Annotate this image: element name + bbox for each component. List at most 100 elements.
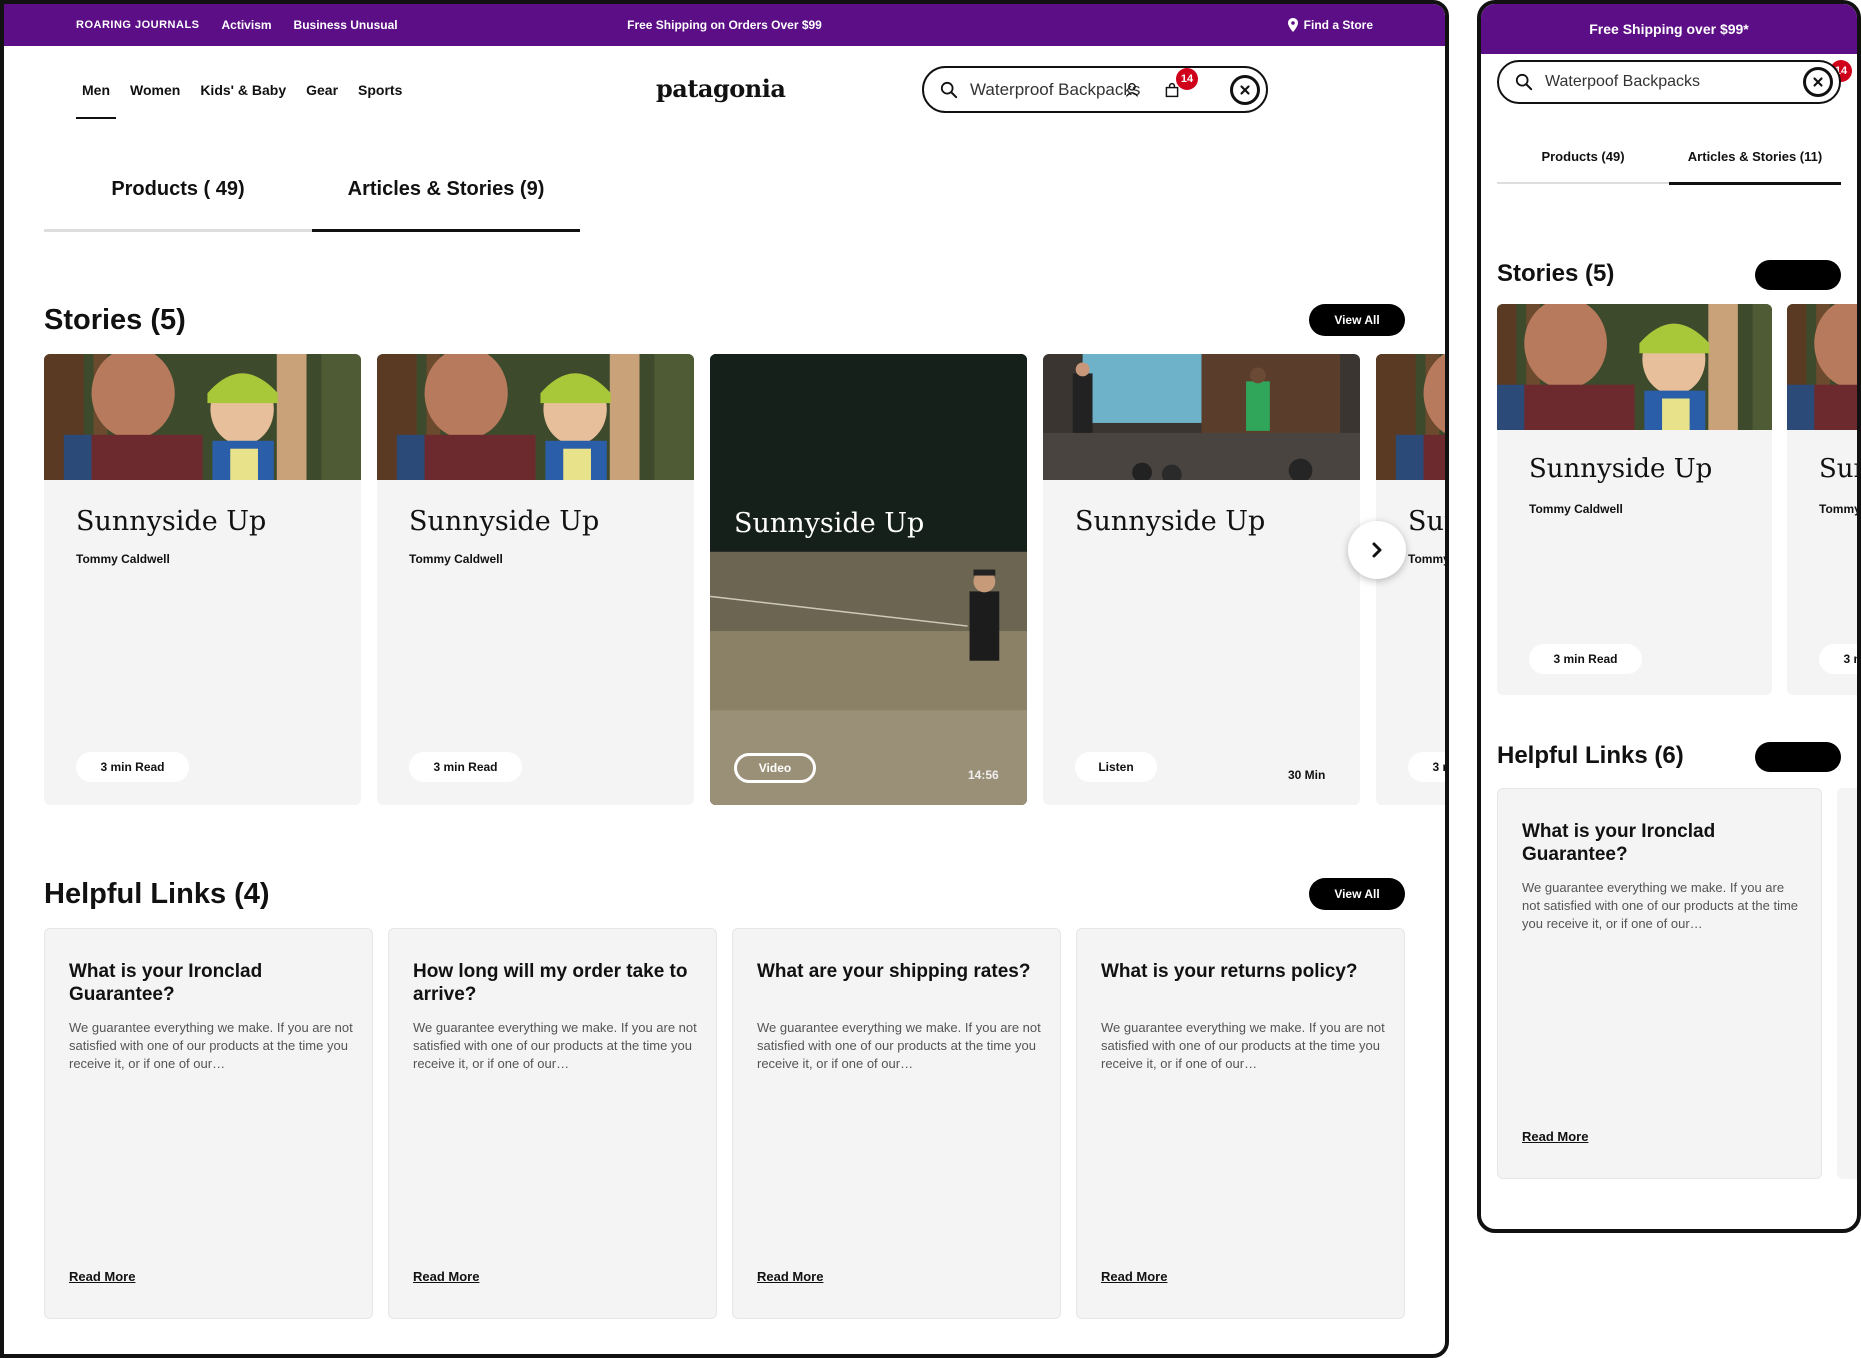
carousel-next-button[interactable] (1348, 521, 1406, 579)
design-canvas: ROARING JOURNALS Activism Business Unusu… (0, 0, 1861, 1358)
tab-articles-stories[interactable]: Articles & Stories (11) (1669, 134, 1841, 185)
read-time-pill: 3 min Read (409, 752, 522, 782)
cart-count-badge: 14 (1176, 68, 1198, 90)
listen-pill: Listen (1075, 752, 1157, 782)
story-title: Sunnyside Up (1075, 506, 1266, 537)
patagonia-logo[interactable]: patagonia (656, 74, 786, 103)
read-time-pill: 3 min Read (76, 752, 189, 782)
story-image (44, 354, 361, 480)
tab-products[interactable]: Products (49) (1497, 134, 1669, 182)
clear-icon (1238, 83, 1252, 97)
helpful-links-heading: Helpful Links (6) (1497, 742, 1684, 769)
find-store-link[interactable]: Find a Store (1288, 18, 1373, 32)
read-time-pill: 3 min Read (1819, 644, 1857, 674)
nav-item-kids-baby[interactable]: Kids' & Baby (194, 70, 292, 115)
question: What is your Ironclad Guarantee? (1522, 821, 1716, 865)
helpful-link-card[interactable]: What are your shipping rates? We guarant… (732, 928, 1061, 1319)
stories-heading: Stories (5) (1497, 260, 1615, 287)
story-image (1043, 354, 1360, 480)
clear-icon (1811, 75, 1825, 89)
question: What is your Ironclad Guarantee? (69, 961, 263, 1005)
mobile-results-tabs: Products (49) Articles & Stories (11) (1497, 134, 1841, 185)
story-image (1787, 304, 1861, 430)
answer-preview: We guarantee everything we make. If you … (1101, 1020, 1385, 1072)
map-pin-icon (1288, 18, 1298, 32)
helpful-link-card-partial[interactable] (1837, 788, 1857, 1179)
business-unusual-link[interactable]: Business Unusual (294, 18, 398, 32)
helpful-view-all-button[interactable]: View All (1309, 878, 1405, 910)
story-card[interactable]: Sunnyside Up Tommy Caldwell 3 min Read (1376, 354, 1449, 805)
question: How long will my order take to arrive? (413, 961, 688, 1005)
helpful-link-card[interactable]: What is your Ironclad Guarantee? We guar… (1497, 788, 1822, 1179)
stories-view-all-button[interactable]: View All (1309, 304, 1405, 336)
answer-preview: We guarantee everything we make. If you … (69, 1020, 353, 1072)
story-image (377, 354, 694, 480)
helpful-link-card[interactable]: How long will my order take to arrive? W… (388, 928, 717, 1319)
story-image (1497, 304, 1772, 430)
account-button[interactable] (1120, 78, 1144, 102)
desktop-frame: ROARING JOURNALS Activism Business Unusu… (0, 0, 1449, 1358)
story-card-video[interactable]: Sunnyside Up Video 14:56 (710, 354, 1027, 805)
story-card[interactable]: Sunnyside Up Tommy Caldwell 3 min Read (1497, 304, 1772, 695)
story-card[interactable]: Sunnyside Up Tommy Caldwell 3 min Read (377, 354, 694, 805)
search-value[interactable]: Waterpoof Backpacks (1545, 73, 1803, 91)
promo-bar: ROARING JOURNALS Activism Business Unusu… (4, 4, 1445, 46)
answer-preview: We guarantee everything we make. If you … (757, 1020, 1041, 1072)
mobile-search-input[interactable]: Waterpoof Backpacks (1497, 60, 1841, 104)
read-more-link[interactable]: Read More (1522, 1129, 1588, 1144)
nav-item-men[interactable]: Men (76, 70, 116, 119)
nav-item-gear[interactable]: Gear (300, 70, 344, 115)
story-title: Sunnyside Up (1408, 506, 1445, 537)
stories-view-all-button[interactable] (1755, 260, 1841, 290)
story-author: Tommy Caldwell (1529, 502, 1623, 516)
story-title: Sunnyside Up (1529, 454, 1713, 484)
read-more-link[interactable]: Read More (413, 1269, 479, 1284)
story-author: Tommy Caldwell (1408, 552, 1449, 566)
read-more-link[interactable]: Read More (1101, 1269, 1167, 1284)
story-author: Tommy Caldwell (1819, 502, 1861, 516)
story-image (1376, 354, 1449, 480)
story-card-audio[interactable]: Sunnyside Up Listen 30 Min (1043, 354, 1360, 805)
mobile-frame: Free Shipping over $99* patagonia 14 Wat… (1477, 0, 1861, 1233)
answer-preview: We guarantee everything we make. If you … (1522, 880, 1799, 932)
results-tabs: Products ( 49) Articles & Stories (9) (44, 154, 580, 232)
audio-duration: 30 Min (1288, 768, 1326, 782)
search-input[interactable]: Waterproof Backpacks (922, 66, 1268, 113)
find-store-label: Find a Store (1303, 18, 1373, 32)
story-video-image (710, 354, 1027, 805)
question: What is your returns policy? (1101, 961, 1358, 982)
roaring-journals-link[interactable]: ROARING JOURNALS (76, 19, 200, 31)
activism-link[interactable]: Activism (222, 18, 272, 32)
helpful-link-card[interactable]: What is your returns policy? We guarante… (1076, 928, 1405, 1319)
story-card[interactable]: Sunnyside Up Tommy Caldwell 3 min Read (44, 354, 361, 805)
story-title: Sunnyside Up (1819, 454, 1857, 484)
video-pill: Video (734, 753, 816, 783)
site-header: Men Women Kids' & Baby Gear Sports patag… (4, 46, 1445, 134)
story-author: Tommy Caldwell (76, 552, 170, 566)
nav-item-women[interactable]: Women (124, 70, 186, 115)
read-more-link[interactable]: Read More (757, 1269, 823, 1284)
read-more-link[interactable]: Read More (69, 1269, 135, 1284)
story-author: Tommy Caldwell (409, 552, 503, 566)
video-duration: 14:56 (968, 768, 999, 782)
story-card[interactable]: Sunnyside Up Tommy Caldwell 3 min Read (1787, 304, 1861, 695)
story-title: Sunnyside Up (76, 506, 267, 537)
helpful-link-card[interactable]: What is your Ironclad Guarantee? We guar… (44, 928, 373, 1319)
user-icon (1124, 82, 1140, 98)
search-icon (940, 81, 958, 99)
tab-products[interactable]: Products ( 49) (44, 154, 312, 229)
main-nav: Men Women Kids' & Baby Gear Sports (76, 70, 416, 119)
helpful-links-heading: Helpful Links (4) (44, 878, 270, 910)
mobile-promo-bar: Free Shipping over $99* (1481, 4, 1857, 54)
read-time-pill: 3 min Read (1529, 644, 1642, 674)
read-time-pill: 3 min Read (1408, 752, 1445, 782)
helpful-view-all-button[interactable] (1755, 742, 1841, 772)
clear-search-button[interactable] (1803, 67, 1833, 97)
stories-heading: Stories (5) (44, 304, 186, 336)
nav-item-sports[interactable]: Sports (352, 70, 408, 115)
story-title: Sunnyside Up (409, 506, 600, 537)
clear-search-button[interactable] (1230, 74, 1260, 105)
tab-articles-stories[interactable]: Articles & Stories (9) (312, 154, 580, 232)
question: What are your shipping rates? (757, 961, 1031, 982)
answer-preview: We guarantee everything we make. If you … (413, 1020, 697, 1072)
